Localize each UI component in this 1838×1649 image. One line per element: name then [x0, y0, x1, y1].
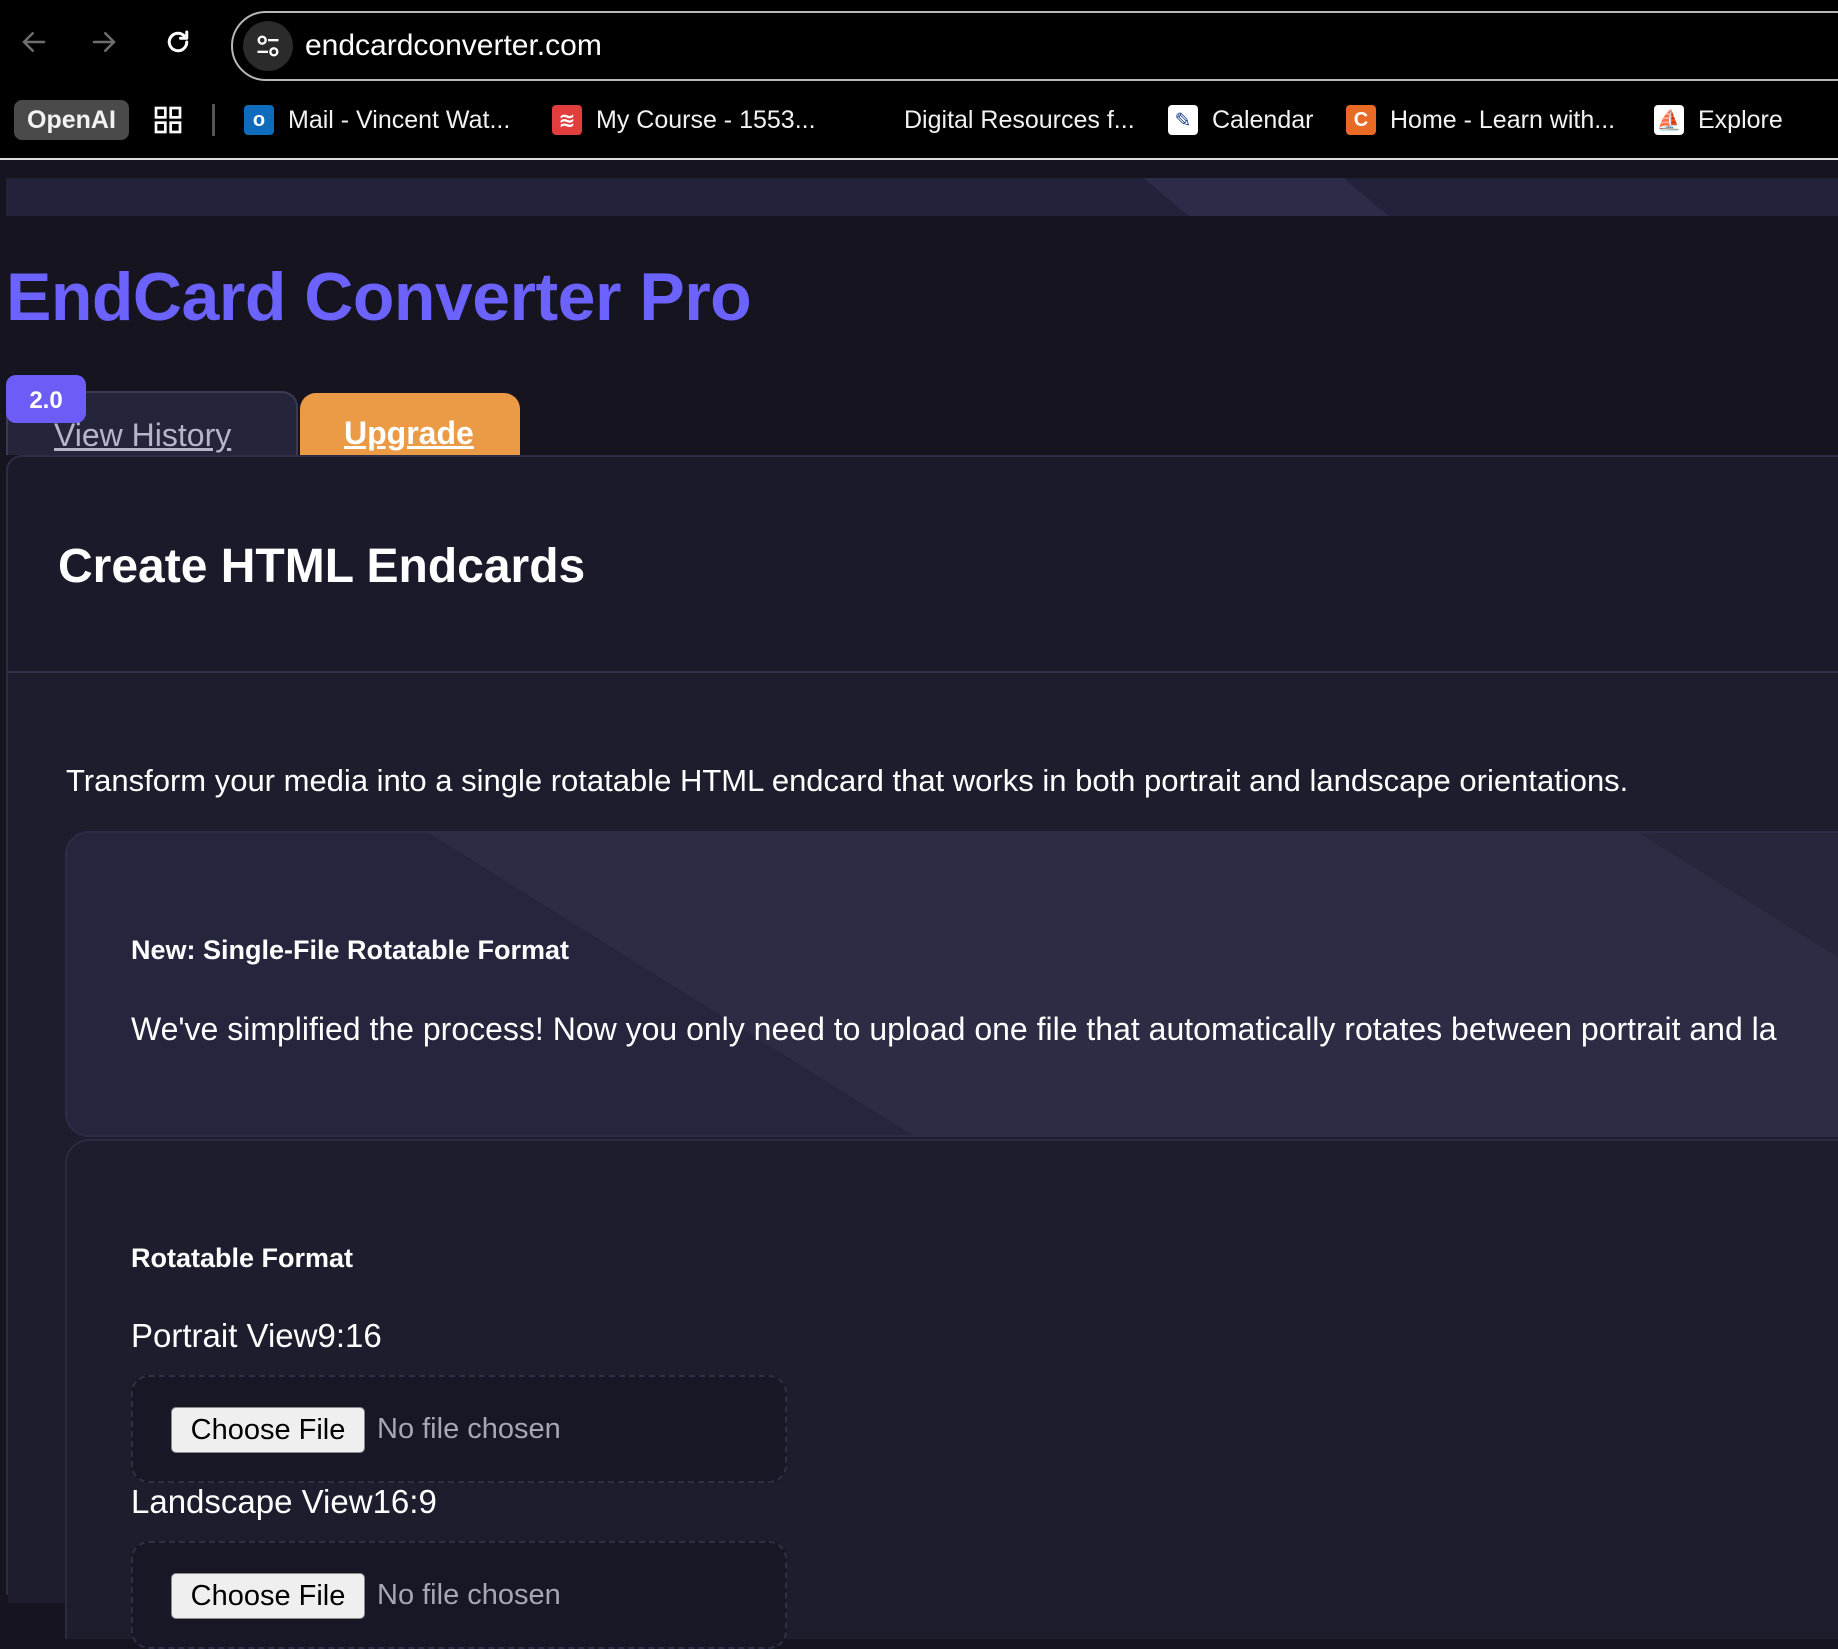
- bookmark-label: Home - Learn with...: [1390, 105, 1616, 134]
- card-title: Create HTML Endcards: [58, 540, 586, 593]
- calendar-icon: ✎: [1168, 105, 1198, 135]
- portrait-label: Portrait View9:16: [131, 1317, 382, 1354]
- bookmark-label: OpenAI: [27, 105, 116, 134]
- bookmark-calendar[interactable]: ✎ Calendar: [1168, 100, 1313, 140]
- bookmark-label: Digital Resources f...: [904, 105, 1135, 134]
- reload-button[interactable]: [158, 22, 198, 62]
- address-bar[interactable]: endcardconverter.com: [231, 11, 1838, 81]
- tab-upgrade-label: Upgrade: [344, 415, 474, 451]
- card-header: Create HTML Endcards: [8, 457, 1838, 673]
- arrow-left-icon: [22, 32, 46, 52]
- apps-grid-icon: [154, 106, 182, 134]
- card-body: Transform your media into a single rotat…: [8, 673, 1838, 1649]
- forward-button[interactable]: [84, 22, 124, 62]
- bookmarks-bar: OpenAI o Mail - Vincent Wat... ≋ My Cour…: [0, 95, 1838, 145]
- browser-chrome: endcardconverter.com OpenAI o Mail - Vin…: [0, 0, 1838, 160]
- app-title: EndCard Converter Pro: [6, 259, 752, 335]
- bookmark-course[interactable]: ≋ My Course - 1553...: [552, 100, 816, 140]
- tab-view-history-label: View History: [54, 417, 232, 453]
- outlook-icon: o: [244, 105, 274, 135]
- sailboat-icon: ⛵: [1654, 105, 1684, 135]
- bookmark-label: Mail - Vincent Wat...: [288, 105, 511, 134]
- bookmark-label: Explore: [1698, 105, 1783, 134]
- info-text: We've simplified the process! Now you on…: [131, 1011, 1777, 1047]
- tune-icon: [257, 35, 279, 57]
- upload-section: Rotatable Format Portrait View9:16 Choos…: [65, 1139, 1838, 1649]
- bookmark-label: Calendar: [1212, 105, 1314, 134]
- chrome-divider: [0, 158, 1838, 160]
- apps-button[interactable]: [152, 100, 184, 140]
- bookmark-openai[interactable]: OpenAI: [14, 100, 129, 140]
- portrait-drop-zone[interactable]: Choose File No file chosen: [131, 1375, 787, 1483]
- bookmark-separator: [212, 104, 215, 136]
- main-card: Create HTML Endcards Transform your medi…: [6, 455, 1838, 1649]
- bookmark-mail[interactable]: o Mail - Vincent Wat...: [244, 100, 510, 140]
- tab-upgrade[interactable]: Upgrade: [300, 393, 520, 455]
- top-banner: [6, 178, 1838, 216]
- canvas-icon: C: [1346, 105, 1376, 135]
- version-badge: 2.0: [6, 375, 86, 423]
- bookmark-home[interactable]: C Home - Learn with...: [1346, 100, 1615, 140]
- arrow-right-icon: [92, 32, 116, 52]
- info-decoration: [397, 833, 1838, 1135]
- section-title: Rotatable Format: [131, 1243, 354, 1273]
- info-box: New: Single-File Rotatable Format We've …: [65, 831, 1838, 1137]
- url-text: endcardconverter.com: [305, 29, 602, 62]
- info-title: New: Single-File Rotatable Format: [131, 935, 570, 965]
- course-icon: ≋: [552, 105, 582, 135]
- back-button[interactable]: [14, 22, 54, 62]
- reload-icon: [167, 30, 189, 53]
- intro-text: Transform your media into a single rotat…: [66, 763, 1629, 798]
- bookmark-label: My Course - 1553...: [596, 105, 816, 134]
- portrait-file-status: No file chosen: [377, 1413, 561, 1445]
- bookmark-digital-resources[interactable]: Digital Resources f...: [904, 100, 1135, 140]
- portrait-choose-file-button[interactable]: Choose File: [171, 1407, 365, 1453]
- banner-stripe: [1143, 178, 1389, 216]
- landscape-label: Landscape View16:9: [131, 1483, 437, 1520]
- landscape-drop-zone[interactable]: Choose File No file chosen: [131, 1541, 787, 1649]
- bookmark-explore[interactable]: ⛵ Explore: [1654, 100, 1783, 140]
- landscape-choose-file-button[interactable]: Choose File: [171, 1573, 365, 1619]
- site-info-button[interactable]: [243, 21, 293, 71]
